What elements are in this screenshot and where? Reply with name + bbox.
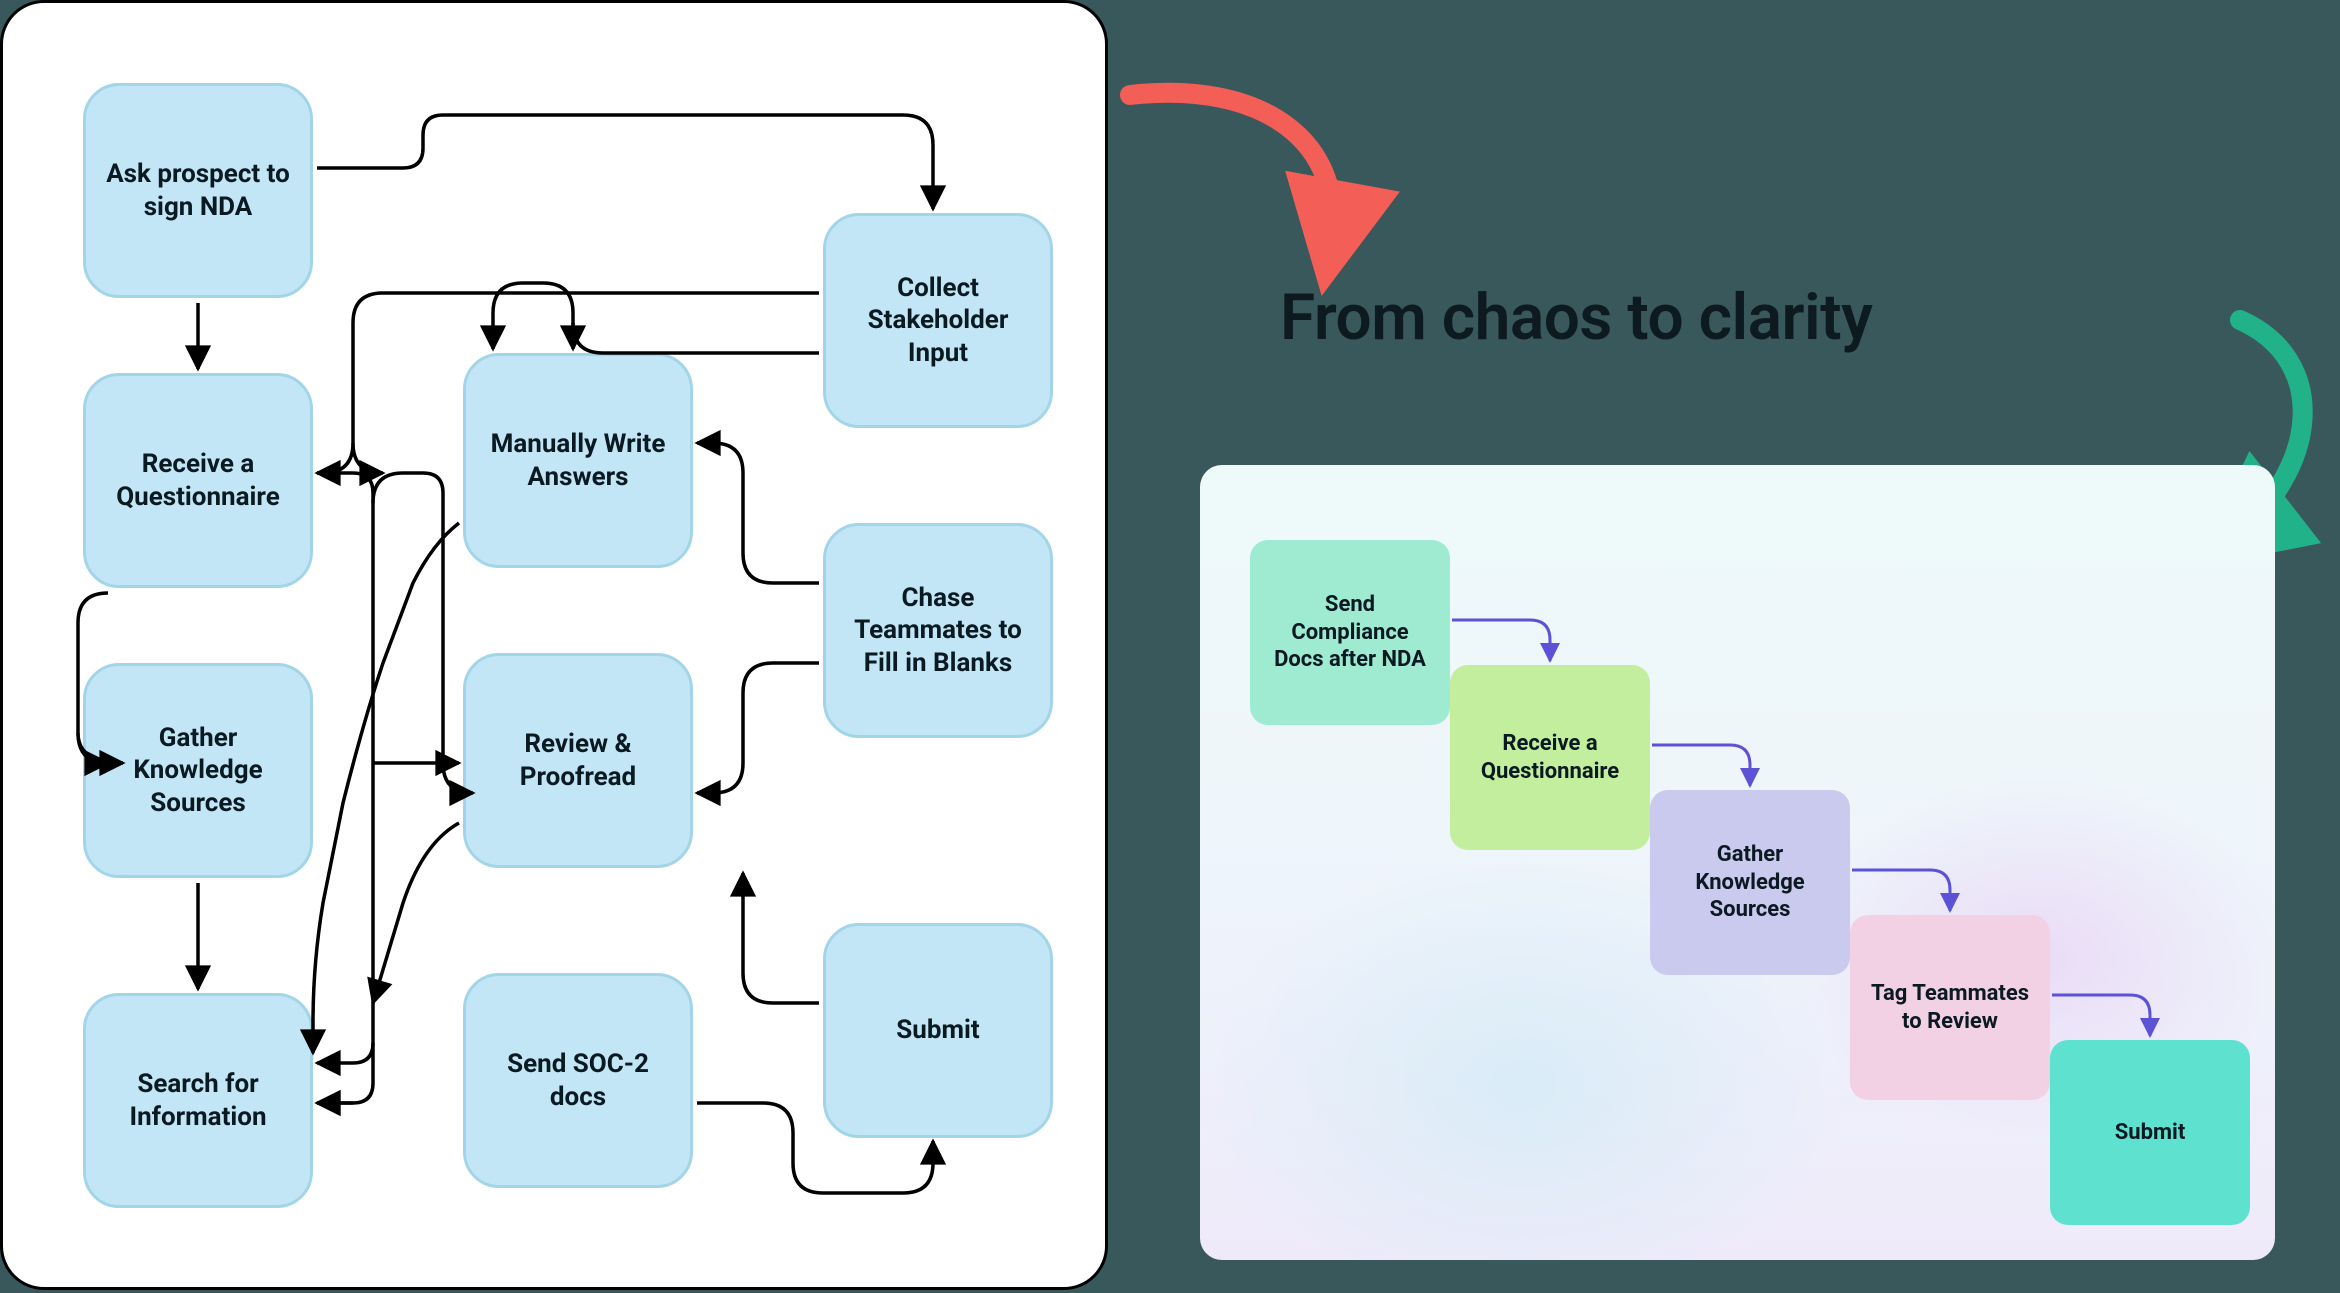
node-receive-q2: Receive a Questionnaire [1450, 665, 1650, 850]
node-submit: Submit [823, 923, 1053, 1138]
node-submit2: Submit [2050, 1040, 2250, 1225]
node-send-soc2: Send SOC-2 docs [463, 973, 693, 1188]
panel-chaos: Ask prospect to sign NDA Receive a Quest… [0, 0, 1108, 1290]
node-gather2: Gather Knowledge Sources [1650, 790, 1850, 975]
node-ask-nda: Ask prospect to sign NDA [83, 83, 313, 298]
node-chase-team: Chase Teammates to Fill in Blanks [823, 523, 1053, 738]
headline: From chaos to clarity [1280, 280, 1872, 355]
node-search-info: Search for Information [83, 993, 313, 1208]
node-gather-sources: Gather Knowledge Sources [83, 663, 313, 878]
node-send-docs: Send Compliance Docs after NDA [1250, 540, 1450, 725]
node-receive-q: Receive a Questionnaire [83, 373, 313, 588]
node-manual-write: Manually Write Answers [463, 353, 693, 568]
node-review-proof: Review & Proofread [463, 653, 693, 868]
node-collect-stake: Collect Stakeholder Input [823, 213, 1053, 428]
diagram-stage: Ask prospect to sign NDA Receive a Quest… [0, 0, 2340, 1290]
chaos-arrow [1130, 93, 1333, 250]
node-tag-team: Tag Teammates to Review [1850, 915, 2050, 1100]
panel-clarity: Send Compliance Docs after NDA Receive a… [1200, 465, 2275, 1260]
